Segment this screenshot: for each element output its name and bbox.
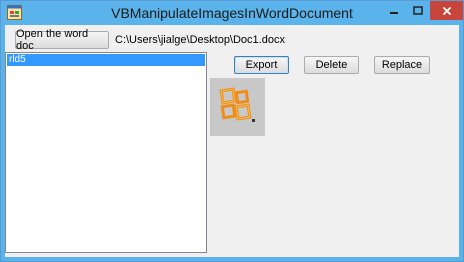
file-path-label: C:\Users\jialge\Desktop\Doc1.docx bbox=[115, 34, 285, 46]
form-client-area: Open the word doc C:\Users\jialge\Deskto… bbox=[5, 25, 459, 257]
maximize-icon bbox=[413, 5, 423, 15]
delete-button[interactable]: Delete bbox=[304, 56, 359, 74]
image-listbox[interactable]: rld5 bbox=[5, 52, 207, 253]
main-window: VBManipulateImagesInWordDocument Open th… bbox=[0, 0, 464, 262]
close-button[interactable] bbox=[430, 1, 463, 20]
list-item[interactable]: rld5 bbox=[7, 54, 205, 66]
maximize-button[interactable] bbox=[406, 1, 430, 20]
title-bar[interactable]: VBManipulateImagesInWordDocument bbox=[1, 1, 463, 25]
close-icon bbox=[442, 6, 451, 15]
office-logo-icon bbox=[219, 87, 255, 122]
minimize-icon bbox=[389, 11, 398, 14]
minimize-button[interactable] bbox=[381, 1, 406, 20]
image-preview bbox=[210, 78, 265, 136]
open-word-doc-button[interactable]: Open the word doc bbox=[15, 28, 109, 52]
replace-button[interactable]: Replace bbox=[374, 56, 430, 74]
export-button[interactable]: Export bbox=[234, 56, 289, 74]
